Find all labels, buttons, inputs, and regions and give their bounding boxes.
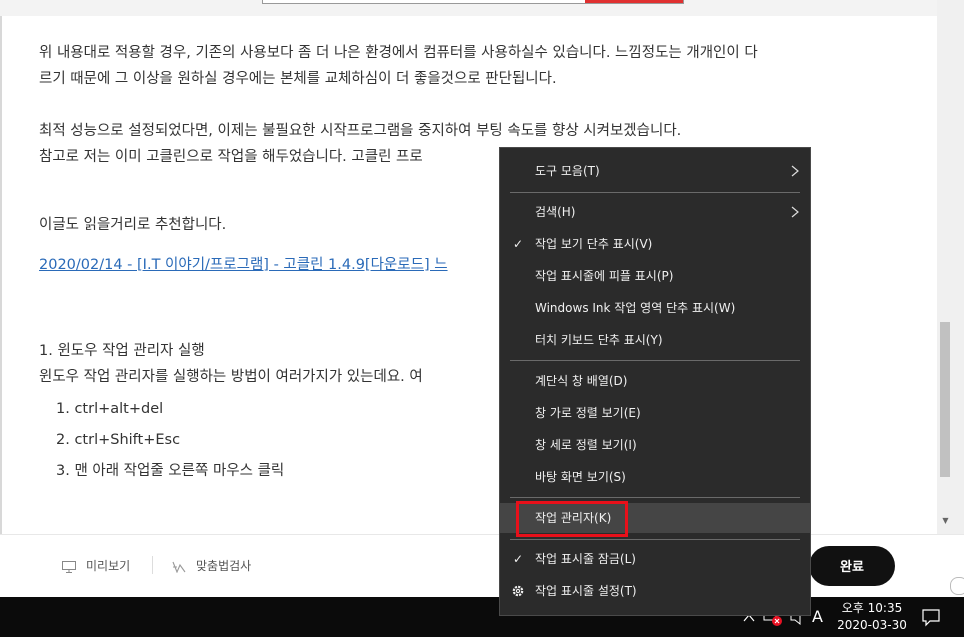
checkmark-icon: ✓ bbox=[512, 237, 524, 251]
side-round-button[interactable] bbox=[950, 577, 964, 595]
image-frame-red-edge bbox=[585, 0, 683, 3]
menu-item-lock-taskbar[interactable]: ✓ 작업 표시줄 잠금(L) bbox=[500, 544, 810, 574]
spellcheck-label: 맞춤법검사 bbox=[196, 559, 252, 573]
clock-time: 오후 10:35 bbox=[841, 601, 903, 615]
toolbar-divider bbox=[152, 556, 153, 574]
shortcut-list: 1. ctrl+alt+del 2. ctrl+Shift+Esc 3. 맨 아… bbox=[56, 396, 284, 489]
windows-taskbar[interactable]: A 오후 10:35 2020-03-30 bbox=[0, 597, 964, 637]
scrollbar-thumb[interactable] bbox=[940, 322, 950, 477]
menu-item-windows-ink[interactable]: Windows Ink 작업 영역 단추 표시(W) bbox=[500, 293, 810, 323]
image-frame-edge bbox=[262, 0, 684, 4]
done-button[interactable]: 완료 bbox=[809, 546, 895, 586]
menu-item-people[interactable]: 작업 표시줄에 피플 표시(P) bbox=[500, 261, 810, 291]
menu-item-show-desktop[interactable]: 바탕 화면 보기(S) bbox=[500, 462, 810, 492]
preview-button[interactable]: 미리보기 bbox=[62, 557, 130, 575]
section-text: 윈도우 작업 관리자를 실행하는 방법이 여러가지가 있는데요. 여 bbox=[39, 369, 423, 385]
clock-date: 2020-03-30 bbox=[837, 618, 907, 632]
action-center-icon[interactable] bbox=[920, 606, 942, 628]
chevron-right-icon bbox=[791, 206, 799, 218]
preview-label: 미리보기 bbox=[86, 559, 131, 573]
list-item: 1. ctrl+alt+del bbox=[56, 401, 164, 417]
paragraph-2-line-2: 참고로 저는 이미 고클린으로 작업을 해두었습니다. 고클린 프로 bbox=[39, 149, 423, 165]
menu-item-search[interactable]: 검색(H) bbox=[500, 197, 810, 227]
list-item: 3. 맨 아래 작업줄 오른쪽 마우스 클릭 bbox=[56, 463, 285, 479]
taskbar-clock[interactable]: 오후 10:35 2020-03-30 bbox=[832, 600, 912, 634]
menu-separator bbox=[510, 497, 800, 498]
taskbar-context-menu: 도구 모음(T) 검색(H) ✓ 작업 보기 단추 표시(V) 작업 표시줄에 … bbox=[499, 147, 811, 616]
menu-separator bbox=[510, 360, 800, 361]
vertical-scrollbar[interactable]: ▼ bbox=[937, 0, 954, 530]
editor-bottom-toolbar: 미리보기 맞춤법검사 완료 bbox=[0, 534, 964, 598]
paragraph-3: 이글도 읽을거리로 추천합니다. bbox=[39, 217, 227, 233]
gear-icon bbox=[512, 585, 524, 597]
menu-separator bbox=[510, 539, 800, 540]
task-manager-highlight bbox=[516, 501, 628, 537]
spellcheck-icon bbox=[172, 561, 186, 573]
menu-item-task-view[interactable]: ✓ 작업 보기 단추 표시(V) bbox=[500, 229, 810, 259]
list-item: 2. ctrl+Shift+Esc bbox=[56, 432, 181, 448]
scroll-down-arrow-icon[interactable]: ▼ bbox=[937, 512, 954, 529]
ime-indicator[interactable]: A bbox=[812, 597, 823, 637]
chevron-right-icon bbox=[791, 165, 799, 177]
recommend-link[interactable]: 2020/02/14 - [I.T 이야기/프로그램] - 고클린 1.4.9[… bbox=[39, 257, 448, 273]
menu-item-cascade[interactable]: 계단식 창 배열(D) bbox=[500, 366, 810, 396]
left-edge bbox=[0, 16, 2, 536]
menu-item-taskbar-settings[interactable]: 작업 표시줄 설정(T) bbox=[500, 576, 810, 606]
menu-item-stacked[interactable]: 창 가로 정렬 보기(E) bbox=[500, 398, 810, 428]
paragraph-2-line-1: 최적 성능으로 설정되었다면, 이제는 불필요한 시작프로그램을 중지하여 부팅… bbox=[39, 123, 682, 139]
paragraph-1-line-2: 르기 때문에 그 이상을 원하실 경우에는 본체를 교체하심이 더 좋을것으로 … bbox=[39, 71, 557, 87]
menu-item-side-by-side[interactable]: 창 세로 정렬 보기(I) bbox=[500, 430, 810, 460]
recommend-link-line: 2020/02/14 - [I.T 이야기/프로그램] - 고클린 1.4.9[… bbox=[39, 252, 448, 278]
menu-item-touch-keyboard[interactable]: 터치 키보드 단추 표시(Y) bbox=[500, 325, 810, 355]
menu-separator bbox=[510, 192, 800, 193]
menu-item-toolbars[interactable]: 도구 모음(T) bbox=[500, 156, 810, 186]
spellcheck-button[interactable]: 맞춤법검사 bbox=[172, 557, 251, 575]
monitor-icon bbox=[62, 560, 76, 573]
paragraph-1-line-1: 위 내용대로 적용할 경우, 기존의 사용보다 좀 더 나은 환경에서 컴퓨터를… bbox=[39, 45, 758, 61]
checkmark-icon: ✓ bbox=[512, 552, 524, 566]
section-title: 1. 윈도우 작업 관리자 실행 bbox=[39, 343, 205, 359]
